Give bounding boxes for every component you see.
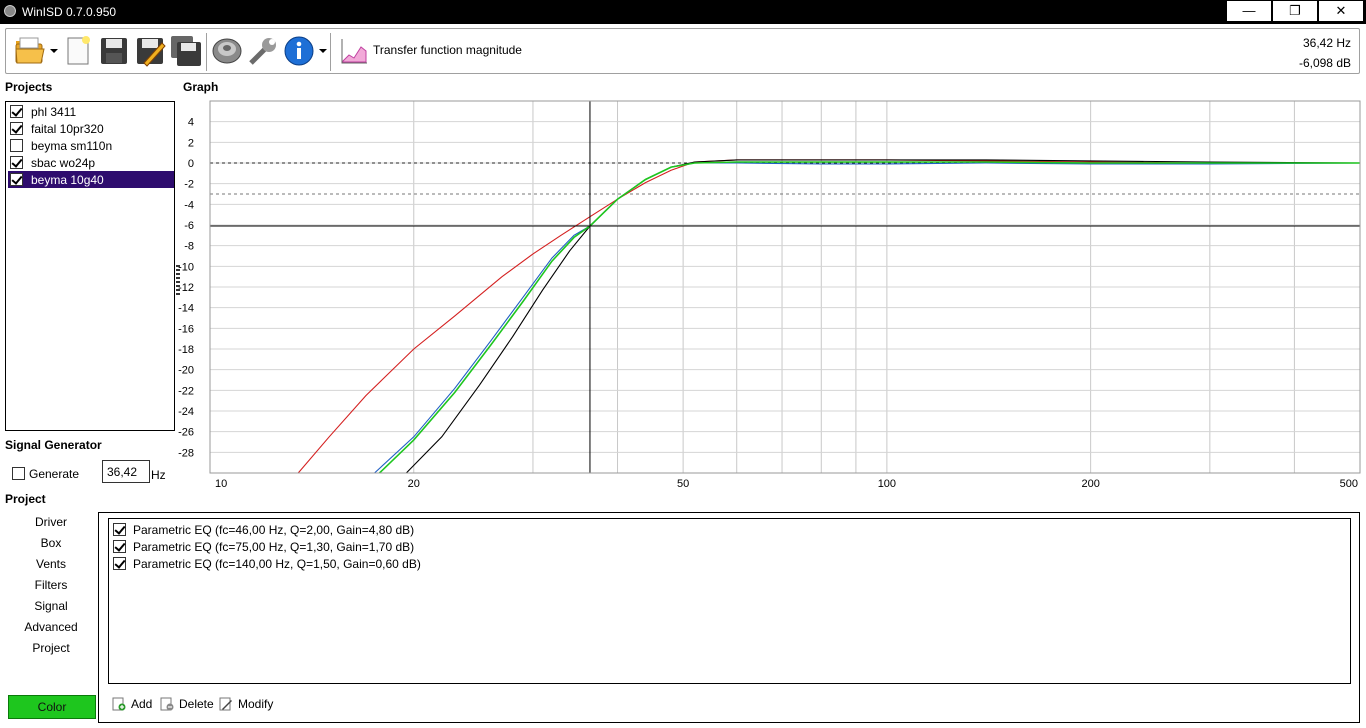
y-tick-label: -26 [178, 427, 194, 439]
modify-pencil-icon [219, 697, 232, 711]
nav-box[interactable]: Box [6, 536, 96, 550]
project-label: phl 3411 [31, 105, 77, 119]
color-button[interactable]: Color [8, 695, 96, 719]
x-tick-label: 500 [1340, 478, 1358, 490]
filter-item[interactable]: Parametric EQ (fc=140,00 Hz, Q=1,50, Gai… [113, 555, 713, 572]
nav-signal[interactable]: Signal [6, 599, 96, 613]
project-item[interactable]: phl 3411 [8, 103, 174, 120]
project-label: beyma 10g40 [31, 173, 104, 187]
project-checkbox[interactable] [10, 156, 23, 169]
filter-label: Parametric EQ (fc=46,00 Hz, Q=2,00, Gain… [133, 523, 415, 537]
delete-icon [160, 697, 174, 711]
project-checkbox[interactable] [10, 173, 23, 186]
x-tick-label: 100 [878, 478, 896, 490]
y-tick-label: -28 [178, 447, 194, 459]
nav-vents[interactable]: Vents [6, 557, 96, 571]
delete-filter-label: Delete [179, 697, 214, 711]
y-tick-label: -16 [178, 323, 194, 335]
signal-frequency-unit: Hz [151, 468, 166, 482]
nav-project[interactable]: Project [6, 641, 96, 655]
project-item[interactable]: faital 10pr320 [8, 120, 174, 137]
y-tick-label: -10 [178, 261, 194, 273]
nav-filters[interactable]: Filters [6, 578, 96, 592]
y-tick-label: -6 [184, 220, 194, 232]
project-label: beyma sm110n [31, 139, 113, 153]
y-tick-label: -12 [178, 282, 194, 294]
y-tick-label: -2 [184, 179, 194, 191]
add-filter-label: Add [131, 697, 153, 711]
toolbar: Transfer function magnitude 36,42 Hz -6,… [5, 28, 1360, 74]
app-icon [4, 5, 16, 17]
y-tick-label: -14 [178, 303, 194, 315]
filter-item[interactable]: Parametric EQ (fc=46,00 Hz, Q=2,00, Gain… [113, 521, 713, 538]
y-tick-label: -4 [184, 199, 194, 211]
graph-title: Graph [183, 80, 219, 94]
x-tick-label: 50 [677, 478, 689, 490]
info-icon[interactable] [283, 35, 315, 67]
driver-speaker-icon[interactable] [211, 35, 243, 67]
cursor-frequency-readout: 36,42 Hz [1302, 36, 1351, 50]
filter-checkbox[interactable] [113, 557, 126, 570]
modify-filter-label: Modify [238, 697, 274, 711]
maximize-button[interactable]: ❐ [1272, 0, 1318, 22]
x-tick-label: 10 [215, 478, 227, 490]
save-all-icon[interactable] [170, 35, 202, 67]
y-tick-label: -24 [178, 406, 194, 418]
transfer-function-chart[interactable]: 420-2-4-6-8-10-12-14-16-18-20-22-24-26-2… [176, 98, 1362, 492]
x-tick-label: 20 [408, 478, 420, 490]
window-title: WinISD 0.7.0.950 [22, 5, 117, 19]
filters-list[interactable]: Parametric EQ (fc=46,00 Hz, Q=2,00, Gain… [108, 518, 1351, 684]
open-folder-icon[interactable] [14, 35, 46, 67]
y-tick-label: -22 [178, 385, 194, 397]
save-as-edit-icon[interactable] [134, 35, 166, 67]
generate-checkbox[interactable] [12, 467, 25, 480]
toolbar-separator [206, 33, 207, 71]
filter-checkbox[interactable] [113, 540, 126, 553]
add-icon [112, 697, 126, 711]
x-tick-label: 200 [1081, 478, 1099, 490]
filter-label: Parametric EQ (fc=75,00 Hz, Q=1,30, Gain… [133, 540, 415, 554]
info-dropdown-caret[interactable] [319, 49, 327, 53]
title-bar: WinISD 0.7.0.950 — ❐ ✕ [0, 0, 1366, 24]
project-item[interactable]: sbac wo24p [8, 154, 174, 171]
tools-wrench-icon[interactable] [247, 35, 279, 67]
project-checkbox[interactable] [10, 105, 23, 118]
project-checkbox[interactable] [10, 122, 23, 135]
nav-driver[interactable]: Driver [6, 515, 96, 529]
y-tick-label: -18 [178, 344, 194, 356]
filter-checkbox[interactable] [113, 523, 126, 536]
project-section-title: Project [5, 492, 46, 506]
open-dropdown-caret[interactable] [50, 49, 58, 53]
project-checkbox[interactable] [10, 139, 23, 152]
signal-frequency-input[interactable] [102, 460, 150, 483]
graph-area[interactable]: 4 2 0 -2 -4 -6 -8 -10 -12 -14 -16 -18 -20 -22 -24 -26 -2… [176, 98, 1362, 492]
generate-label: Generate [29, 467, 80, 481]
toolbar-separator [330, 33, 331, 71]
project-label: sbac wo24p [31, 156, 96, 170]
graph-type-icon[interactable] [339, 35, 369, 67]
y-tick-label: 0 [188, 158, 194, 170]
y-tick-label: 2 [188, 137, 194, 149]
filter-item[interactable]: Parametric EQ (fc=75,00 Hz, Q=1,30, Gain… [113, 538, 713, 555]
project-label: faital 10pr320 [31, 122, 104, 136]
project-item[interactable]: beyma sm110n [8, 137, 174, 154]
graph-type-label[interactable]: Transfer function magnitude [373, 43, 522, 57]
nav-advanced[interactable]: Advanced [6, 620, 96, 634]
new-document-icon[interactable] [62, 35, 94, 67]
minimize-button[interactable]: — [1226, 0, 1272, 22]
signal-generator-title: Signal Generator [5, 438, 102, 452]
save-icon[interactable] [98, 35, 130, 67]
projects-title: Projects [5, 80, 53, 94]
project-item-selected[interactable]: beyma 10g40 [8, 171, 174, 188]
close-button[interactable]: ✕ [1318, 0, 1364, 22]
filter-label: Parametric EQ (fc=140,00 Hz, Q=1,50, Gai… [133, 557, 421, 571]
projects-list[interactable]: phl 3411 faital 10pr320 beyma sm110n sba… [5, 101, 175, 431]
y-tick-label: 4 [188, 117, 194, 129]
cursor-level-readout: -6,098 dB [1298, 56, 1351, 70]
y-tick-label: -8 [184, 241, 194, 253]
y-tick-label: -20 [178, 365, 194, 377]
